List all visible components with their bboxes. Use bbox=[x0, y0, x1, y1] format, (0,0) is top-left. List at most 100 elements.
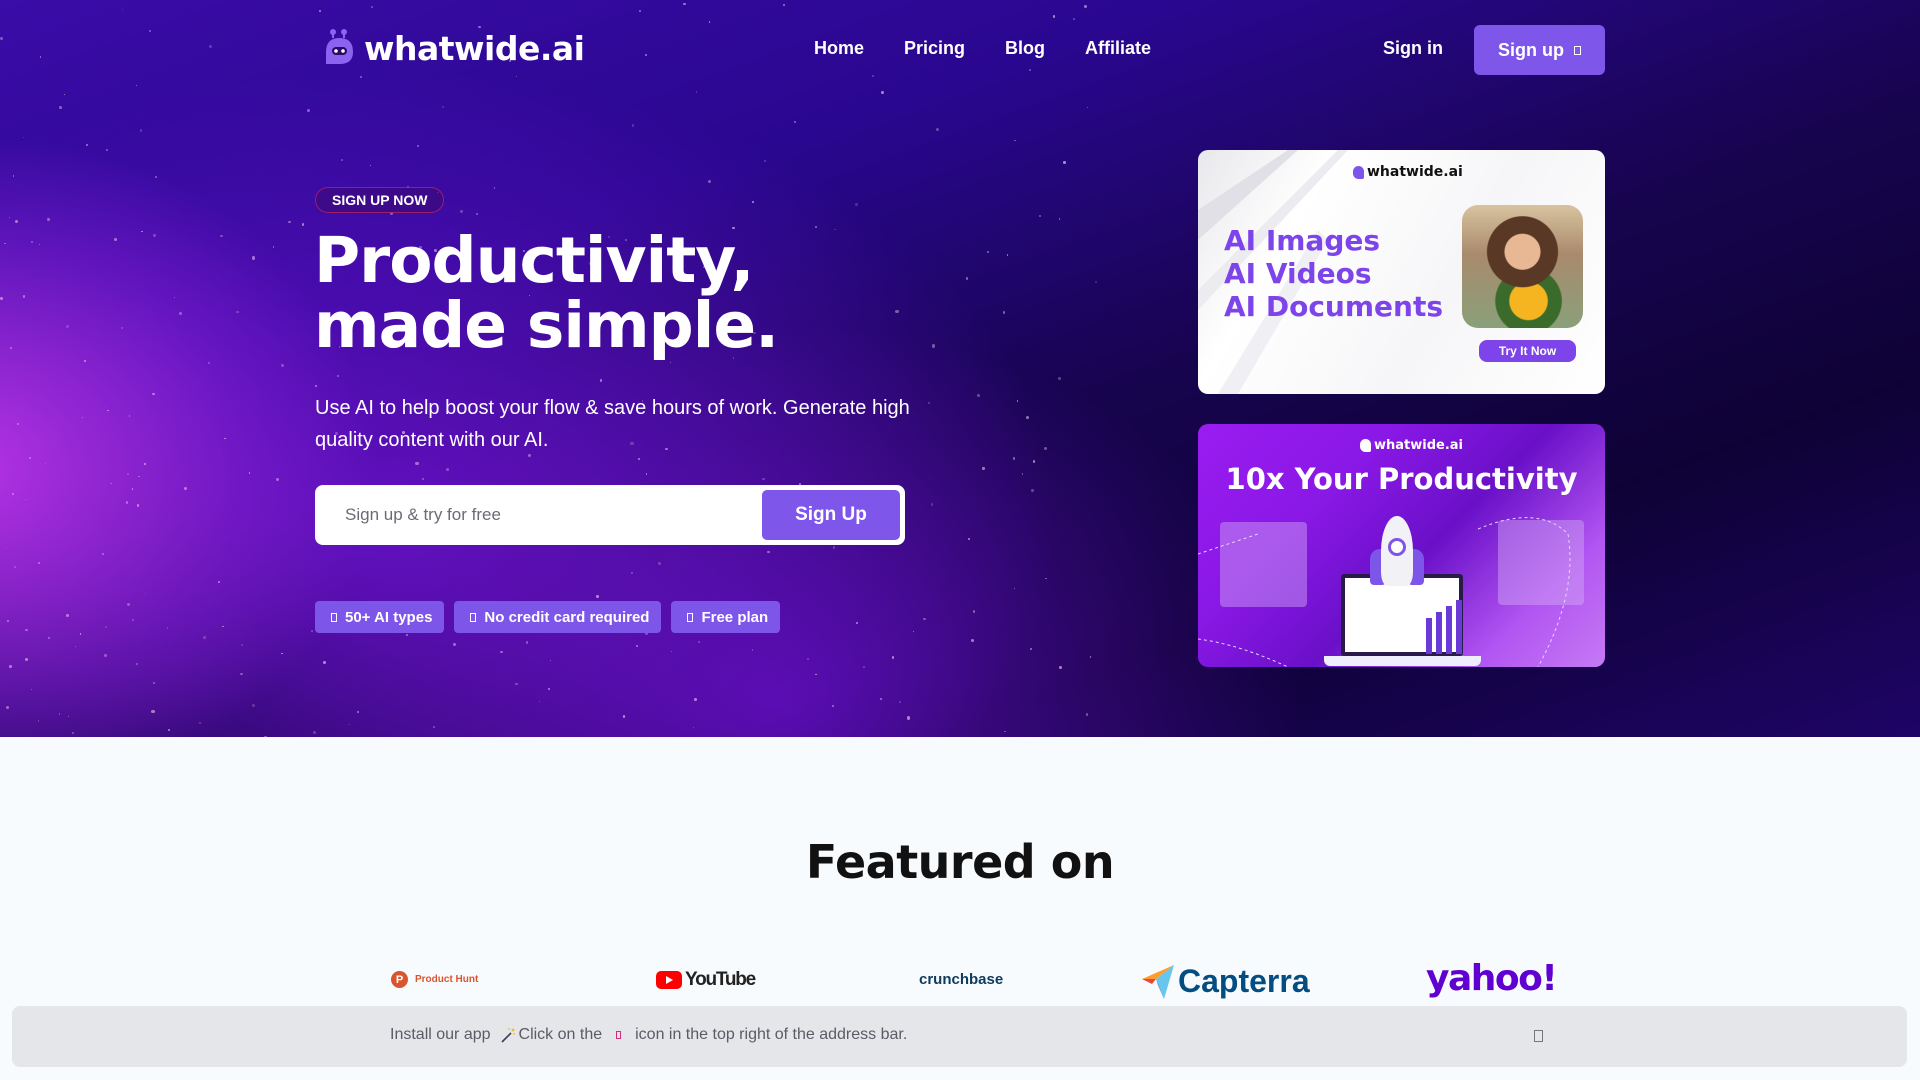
star-dot bbox=[406, 633, 409, 636]
star-dot bbox=[833, 228, 836, 231]
star-dot bbox=[793, 121, 796, 123]
star-dot bbox=[1039, 215, 1041, 218]
star-dot bbox=[323, 661, 327, 665]
star-dot bbox=[38, 561, 41, 564]
install-instructions: Install our app Click on the icon in the… bbox=[390, 1026, 907, 1044]
star-dot bbox=[86, 143, 89, 146]
nav-link-home[interactable]: Home bbox=[814, 38, 864, 59]
star-dot bbox=[104, 654, 107, 657]
star-dot bbox=[275, 478, 279, 482]
star-dot bbox=[224, 438, 226, 440]
star-dot bbox=[128, 415, 130, 417]
email-signup-input[interactable] bbox=[345, 485, 745, 545]
star-dot bbox=[928, 401, 930, 404]
star-dot bbox=[815, 225, 818, 228]
star-dot bbox=[1016, 400, 1019, 402]
star-dot bbox=[131, 488, 133, 490]
chip-free-plan: Free plan bbox=[671, 601, 781, 633]
sign-in-link[interactable]: Sign in bbox=[1383, 38, 1443, 59]
star-dot bbox=[0, 296, 4, 300]
star-dot bbox=[895, 310, 899, 314]
star-dot bbox=[1059, 218, 1061, 220]
star-dot bbox=[307, 108, 311, 112]
ai-line: AI Images bbox=[1224, 224, 1381, 257]
yahoo-logo[interactable]: yahoo! bbox=[1426, 958, 1558, 999]
star-dot bbox=[500, 651, 503, 654]
sign-up-now-badge: SIGN UP NOW bbox=[315, 187, 445, 213]
star-dot bbox=[862, 666, 865, 669]
star-dot bbox=[12, 492, 15, 496]
nav-link-affiliate[interactable]: Affiliate bbox=[1085, 38, 1151, 59]
capterra-logo[interactable]: Capterra bbox=[1142, 963, 1310, 1000]
star-dot bbox=[4, 242, 6, 245]
promo-card-ai-media[interactable]: whatwide.ai AI Images AI Videos AI Docum… bbox=[1198, 150, 1605, 394]
star-dot bbox=[7, 620, 9, 622]
star-dot bbox=[272, 246, 275, 248]
star-dot bbox=[24, 498, 27, 501]
star-dot bbox=[152, 233, 156, 237]
crunchbase-logo[interactable]: crunchbase bbox=[919, 971, 1003, 988]
star-dot bbox=[970, 639, 974, 643]
rocket-window bbox=[1388, 538, 1406, 556]
try-it-now-button[interactable]: Try It Now bbox=[1479, 340, 1576, 362]
top-nav: whatwide.ai Home Pricing Blog Affiliate … bbox=[0, 0, 1920, 100]
chip-no-credit-card: No credit card required bbox=[454, 601, 662, 633]
star-dot bbox=[9, 664, 13, 668]
close-banner-icon[interactable] bbox=[1534, 1030, 1543, 1042]
star-dot bbox=[217, 581, 220, 583]
star-dot bbox=[670, 650, 673, 653]
star-dot bbox=[549, 659, 552, 662]
star-dot bbox=[58, 713, 61, 715]
card-logo-text: whatwide.ai bbox=[1367, 164, 1463, 180]
product-hunt-logo[interactable]: P Product Hunt bbox=[391, 971, 478, 988]
hero-sign-up-button[interactable]: Sign Up bbox=[762, 490, 900, 540]
logo[interactable]: whatwide.ai bbox=[323, 28, 585, 68]
star-dot bbox=[38, 243, 40, 246]
star-dot bbox=[110, 482, 112, 485]
star-dot bbox=[965, 277, 969, 280]
star-dot bbox=[452, 642, 456, 646]
star-dot bbox=[9, 216, 11, 218]
star-dot bbox=[879, 697, 882, 700]
star-dot bbox=[79, 633, 82, 635]
growth-arrow bbox=[1436, 612, 1442, 654]
star-dot bbox=[1085, 713, 1089, 716]
star-dot bbox=[599, 379, 603, 382]
star-dot bbox=[493, 187, 495, 189]
star-dot bbox=[113, 238, 117, 242]
star-dot bbox=[16, 422, 19, 425]
nav-link-blog[interactable]: Blog bbox=[1005, 38, 1045, 59]
star-dot bbox=[105, 625, 108, 628]
promo-card-productivity[interactable]: whatwide.ai 10x Your Productivity bbox=[1198, 424, 1605, 667]
star-dot bbox=[168, 728, 171, 731]
star-dot bbox=[281, 363, 285, 367]
star-dot bbox=[132, 618, 135, 621]
star-dot bbox=[1004, 730, 1007, 733]
star-dot bbox=[59, 106, 62, 110]
star-dot bbox=[898, 700, 901, 703]
star-dot bbox=[31, 241, 33, 243]
star-dot bbox=[416, 144, 419, 147]
star-dot bbox=[44, 462, 46, 465]
star-dot bbox=[912, 630, 915, 633]
star-dot bbox=[832, 546, 836, 549]
install-suffix: icon in the top right of the address bar… bbox=[635, 1026, 908, 1043]
sign-up-button[interactable]: Sign up bbox=[1474, 25, 1605, 75]
install-app-banner: Install our app Click on the icon in the… bbox=[12, 1006, 1907, 1067]
nav-link-pricing[interactable]: Pricing bbox=[904, 38, 965, 59]
youtube-label: YouTube bbox=[685, 969, 756, 990]
star-dot bbox=[66, 325, 69, 329]
star-dot bbox=[337, 375, 340, 378]
headline-line-1: Productivity, bbox=[314, 224, 754, 297]
star-dot bbox=[48, 637, 50, 640]
youtube-logo[interactable]: YouTube bbox=[656, 969, 756, 991]
star-dot bbox=[631, 572, 634, 575]
star-dot bbox=[208, 362, 210, 364]
star-dot bbox=[515, 682, 518, 686]
star-dot bbox=[1087, 106, 1089, 108]
star-dot bbox=[12, 175, 15, 177]
hero-subtitle: Use AI to help boost your flow & save ho… bbox=[315, 397, 910, 451]
star-dot bbox=[692, 726, 694, 728]
star-dot bbox=[547, 688, 550, 691]
card-logo: whatwide.ai bbox=[1353, 164, 1463, 180]
